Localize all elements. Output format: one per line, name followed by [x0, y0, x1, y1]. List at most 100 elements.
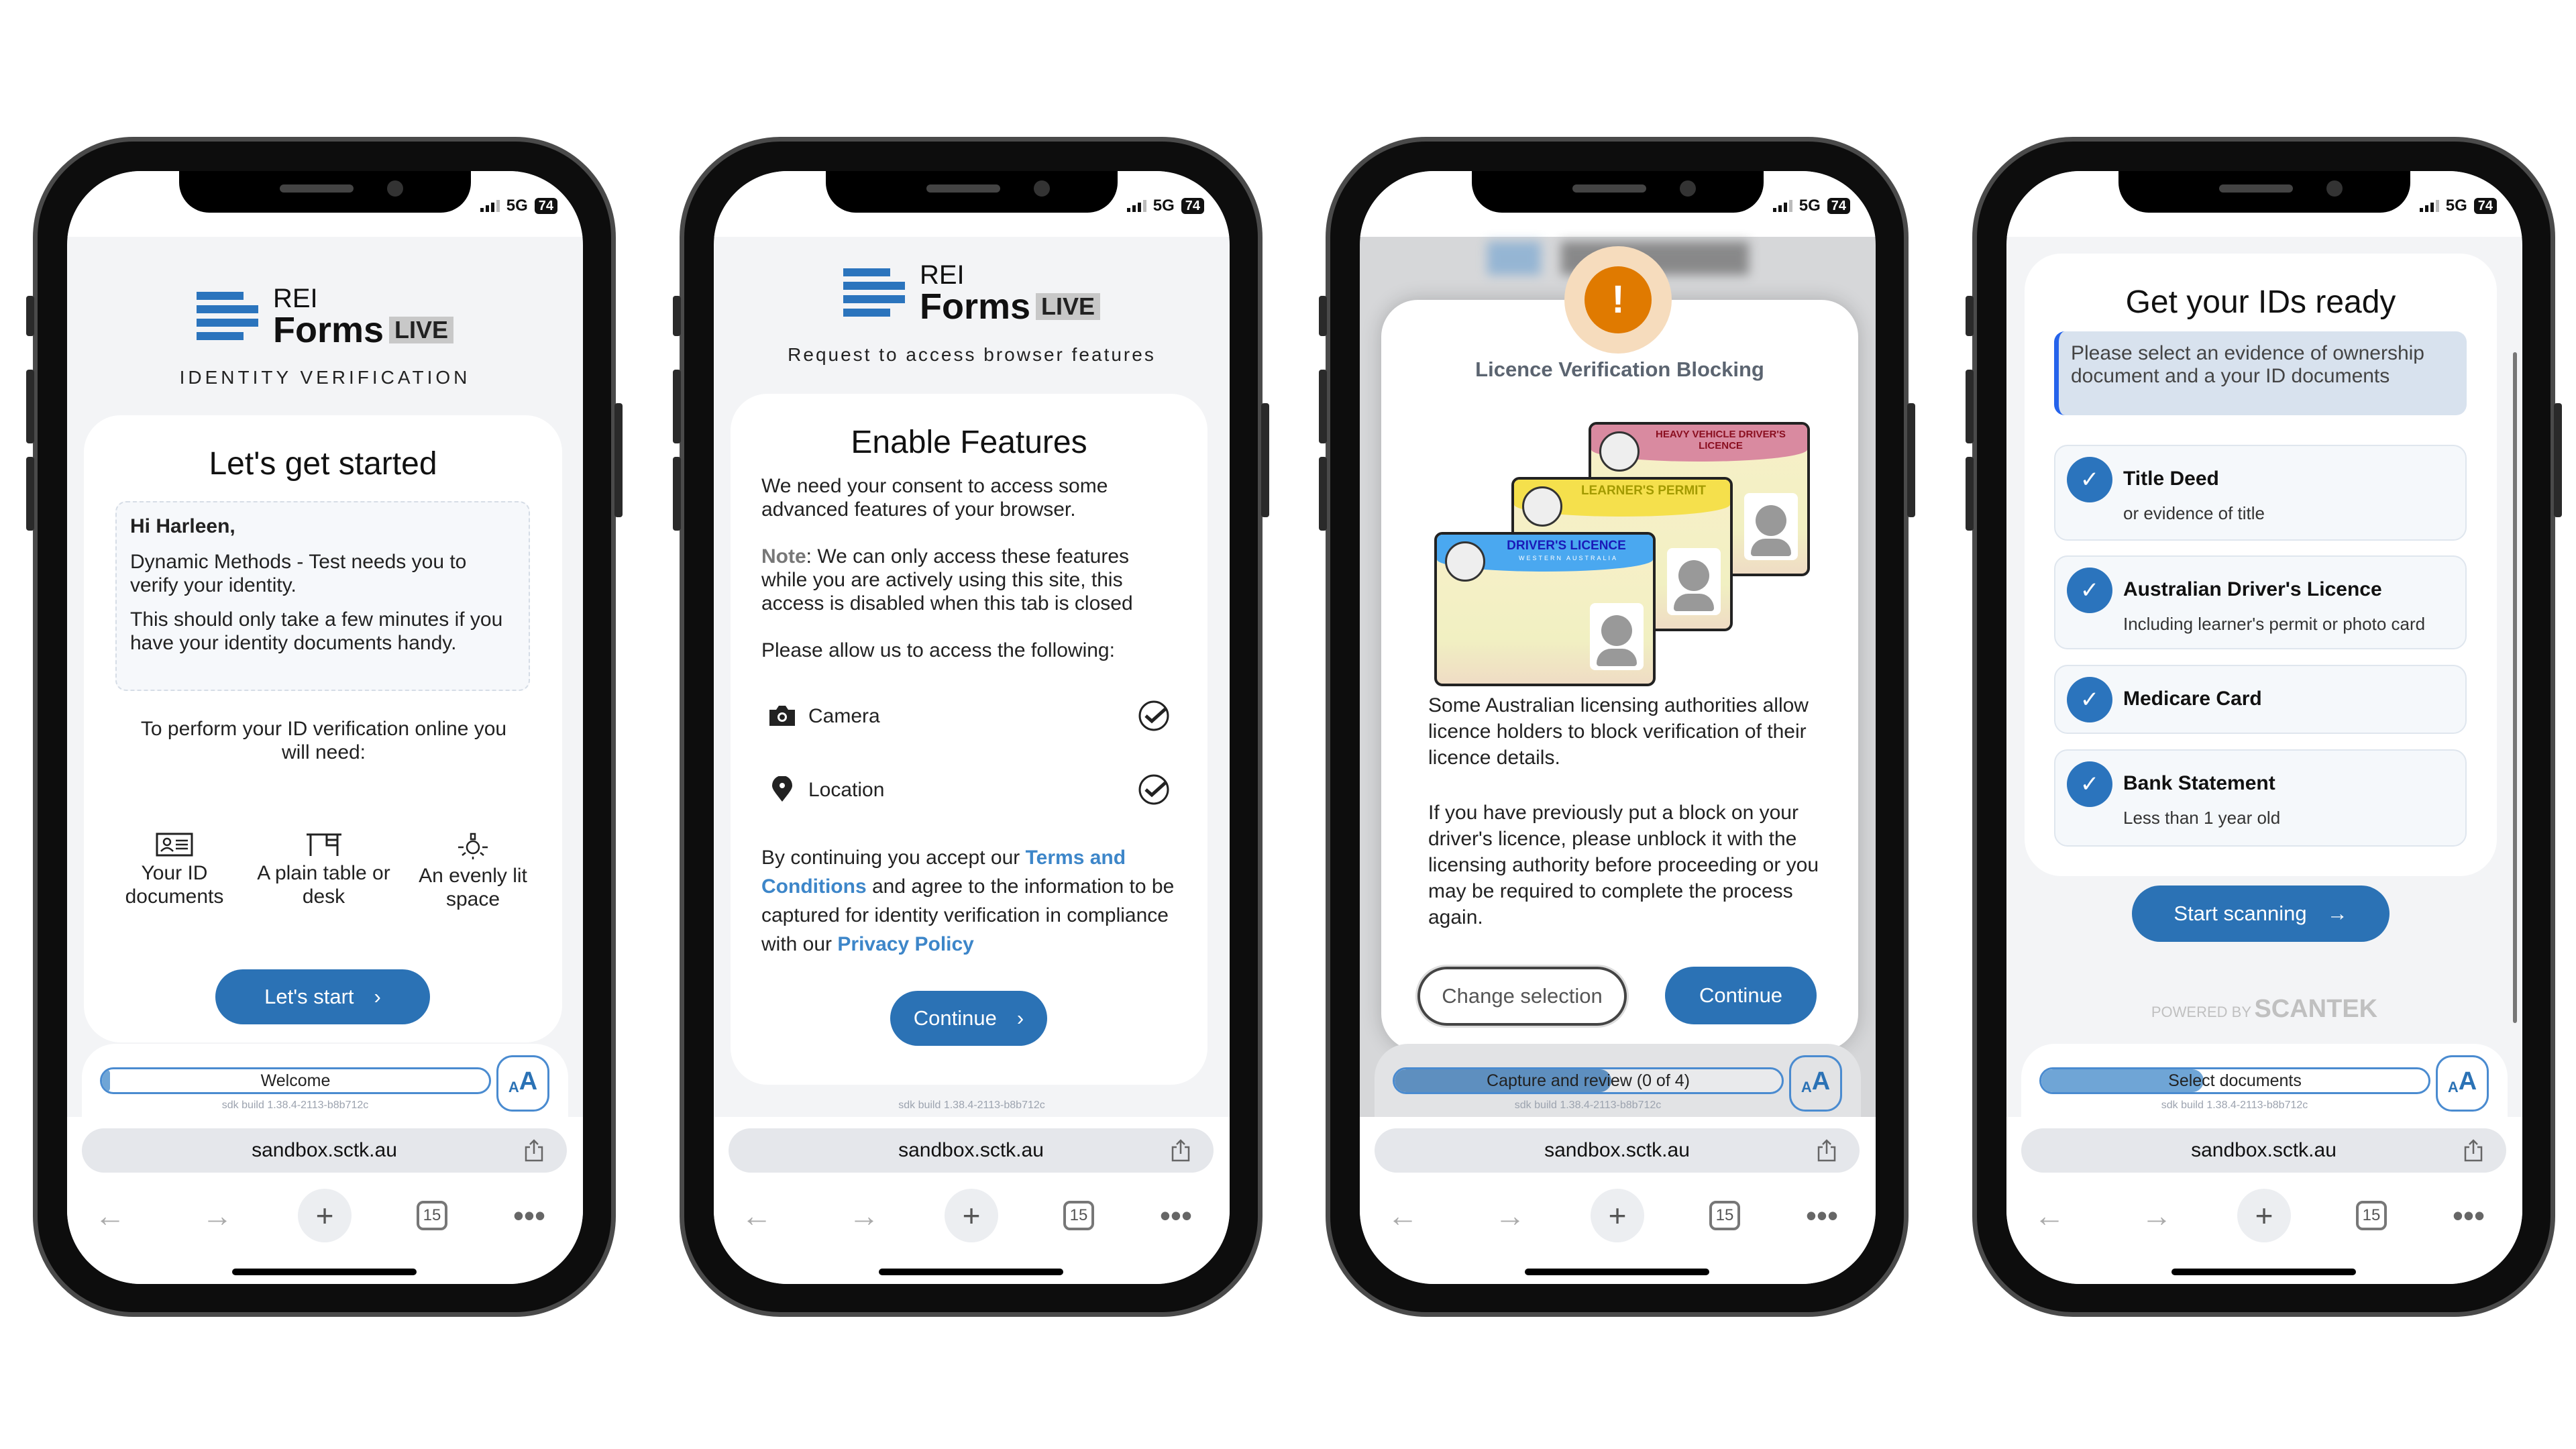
address-bar[interactable]: sandbox.sctk.au [2021, 1128, 2506, 1173]
notch [179, 171, 471, 213]
info-text: Some Australian licensing authorities al… [1428, 694, 1809, 769]
check-circle-icon [1138, 774, 1169, 805]
notch [1472, 171, 1764, 213]
screen: 5G 74 Get your IDs ready Please select an… [2006, 171, 2522, 1284]
address-bar[interactable]: sandbox.sctk.au [82, 1128, 567, 1173]
signal-icon [1126, 200, 1146, 212]
network-label: 5G [506, 197, 528, 215]
forward-button[interactable]: → [1490, 1195, 1530, 1236]
phone-select-documents: 5G 74 Get your IDs ready Please select an… [1966, 137, 2562, 1317]
share-icon[interactable] [2463, 1139, 2483, 1162]
desk-icon [306, 833, 341, 856]
powered-by-scantek: POWERED BY SCANTEK [2151, 995, 2378, 1023]
back-button[interactable]: ← [2029, 1195, 2070, 1236]
more-icon[interactable]: ••• [1802, 1195, 1842, 1236]
greeting: Hi Harleen, [130, 515, 235, 537]
document-item-title-deed[interactable]: ✓ Title Deed or evidence of title [2054, 445, 2467, 541]
requirements-list: Your ID documents A plain table or desk … [104, 831, 543, 911]
sdk-build-label: sdk build 1.38.4-2113-b8b712c [1514, 1099, 1662, 1111]
requirements-intro: To perform your ID verification online y… [140, 718, 507, 763]
light-bulb-icon [458, 833, 488, 859]
warning-badge: ! [1564, 246, 1672, 354]
start-scanning-button[interactable]: Start scanning → [2132, 885, 2390, 942]
home-indicator [1525, 1269, 1709, 1275]
modal-title: Licence Verification Blocking [1475, 358, 1764, 381]
tabs-button[interactable]: 15 [1059, 1195, 1099, 1236]
forward-button[interactable]: → [844, 1195, 884, 1236]
requirement-item: Your ID documents [104, 831, 245, 911]
document-item-medicare[interactable]: ✓ Medicare Card [2054, 665, 2467, 734]
battery-icon: 74 [1181, 198, 1204, 214]
status-bar: 5G 74 [1126, 197, 1204, 215]
change-selection-button[interactable]: Change selection [1417, 967, 1627, 1026]
more-icon[interactable]: ••• [509, 1195, 549, 1236]
home-indicator [879, 1269, 1063, 1275]
phone-welcome: 5G 74 REI Forms LIVE IDENTITY VERIFICATION… [26, 137, 623, 1317]
check-icon: ✓ [2067, 568, 2112, 613]
screen: 5G 74 REI Forms LIVE Request to access brow… [714, 171, 1230, 1284]
notch [826, 171, 1118, 213]
progress-bar: Welcome [100, 1067, 491, 1094]
signal-icon [1772, 200, 1792, 212]
forward-button[interactable]: → [2137, 1195, 2177, 1236]
new-tab-button[interactable]: + [298, 1189, 352, 1242]
forward-button[interactable]: → [197, 1195, 237, 1236]
status-bar: 5G 74 [480, 197, 557, 215]
logo-mark-icon [843, 263, 905, 323]
sdk-build-label: sdk build 1.38.4-2113-b8b712c [898, 1099, 1045, 1111]
new-tab-button[interactable]: + [945, 1189, 998, 1242]
progress-bar: Select documents [2039, 1067, 2430, 1094]
share-icon[interactable] [1171, 1139, 1191, 1162]
exclamation-icon: ! [1585, 266, 1652, 333]
battery-icon: 74 [2473, 198, 2497, 214]
message-box: Hi Harleen, Dynamic Methods - Test needs… [115, 501, 530, 691]
page-title: Let's get started [209, 446, 437, 482]
page-title: Get your IDs ready [2125, 284, 2396, 320]
tabs-button[interactable]: 15 [2351, 1195, 2392, 1236]
signal-icon [2419, 200, 2439, 212]
phone-enable-features: 5G 74 REI Forms LIVE Request to access brow… [673, 137, 1269, 1317]
scrollbar[interactable] [2513, 352, 2517, 1023]
page-title: Enable Features [851, 425, 1087, 460]
address-bar[interactable]: sandbox.sctk.au [1375, 1128, 1860, 1173]
continue-button[interactable]: Continue › [890, 991, 1047, 1046]
document-item-bank-statement[interactable]: ✓ Bank Statement Less than 1 year old [2054, 749, 2467, 847]
more-icon[interactable]: ••• [1156, 1195, 1196, 1236]
requirement-item: A plain table or desk [254, 831, 394, 911]
arrow-right-icon: → [2326, 902, 2348, 925]
continue-button[interactable]: Continue [1665, 967, 1817, 1024]
back-button[interactable]: ← [1383, 1195, 1423, 1236]
licence-blocking-modal: Licence Verification Blocking HEAVY VEHI… [1381, 300, 1858, 1051]
share-icon[interactable] [524, 1139, 544, 1162]
tabs-button[interactable]: 15 [412, 1195, 452, 1236]
licence-cards-illustration: HEAVY VEHICLE DRIVER'S LICENCE LEARNER'S… [1434, 422, 1810, 686]
document-item-drivers-licence[interactable]: ✓ Australian Driver's Licence Including le… [2054, 555, 2467, 649]
more-icon[interactable]: ••• [2449, 1195, 2489, 1236]
home-indicator [2171, 1269, 2356, 1275]
status-bar: 5G 74 [1772, 197, 1850, 215]
welcome-card: Let's get started Hi Harleen, Dynamic Me… [84, 415, 562, 1042]
info-banner: Please select an evidence of ownership d… [2054, 331, 2467, 415]
share-icon[interactable] [1817, 1139, 1837, 1162]
camera-icon [769, 706, 795, 726]
feature-camera: Camera [768, 699, 1171, 733]
chevron-right-icon: › [1016, 1006, 1024, 1030]
check-icon: ✓ [2067, 457, 2112, 502]
back-button[interactable]: ← [90, 1195, 130, 1236]
message: This should only take a few minutes if y… [130, 608, 503, 654]
tabs-button[interactable]: 15 [1705, 1195, 1745, 1236]
phone-licence-blocking: 5G 74 Licence Verification Blocking HEAVY… [1319, 137, 1915, 1317]
battery-icon: 74 [1827, 198, 1850, 214]
lets-start-button[interactable]: Let's start › [215, 969, 430, 1024]
chevron-right-icon: › [374, 985, 381, 1008]
sdk-build-label: sdk build 1.38.4-2113-b8b712c [221, 1099, 369, 1111]
location-pin-icon [772, 776, 792, 802]
new-tab-button[interactable]: + [1591, 1189, 1644, 1242]
back-button[interactable]: ← [737, 1195, 777, 1236]
progress-bar: Capture and review (0 of 4) [1393, 1067, 1784, 1094]
check-icon: ✓ [2067, 761, 2112, 807]
address-bar[interactable]: sandbox.sctk.au [729, 1128, 1214, 1173]
privacy-policy-link[interactable]: Privacy Policy [837, 933, 973, 955]
page-subtitle: Request to access browser features [788, 344, 1156, 365]
new-tab-button[interactable]: + [2237, 1189, 2291, 1242]
